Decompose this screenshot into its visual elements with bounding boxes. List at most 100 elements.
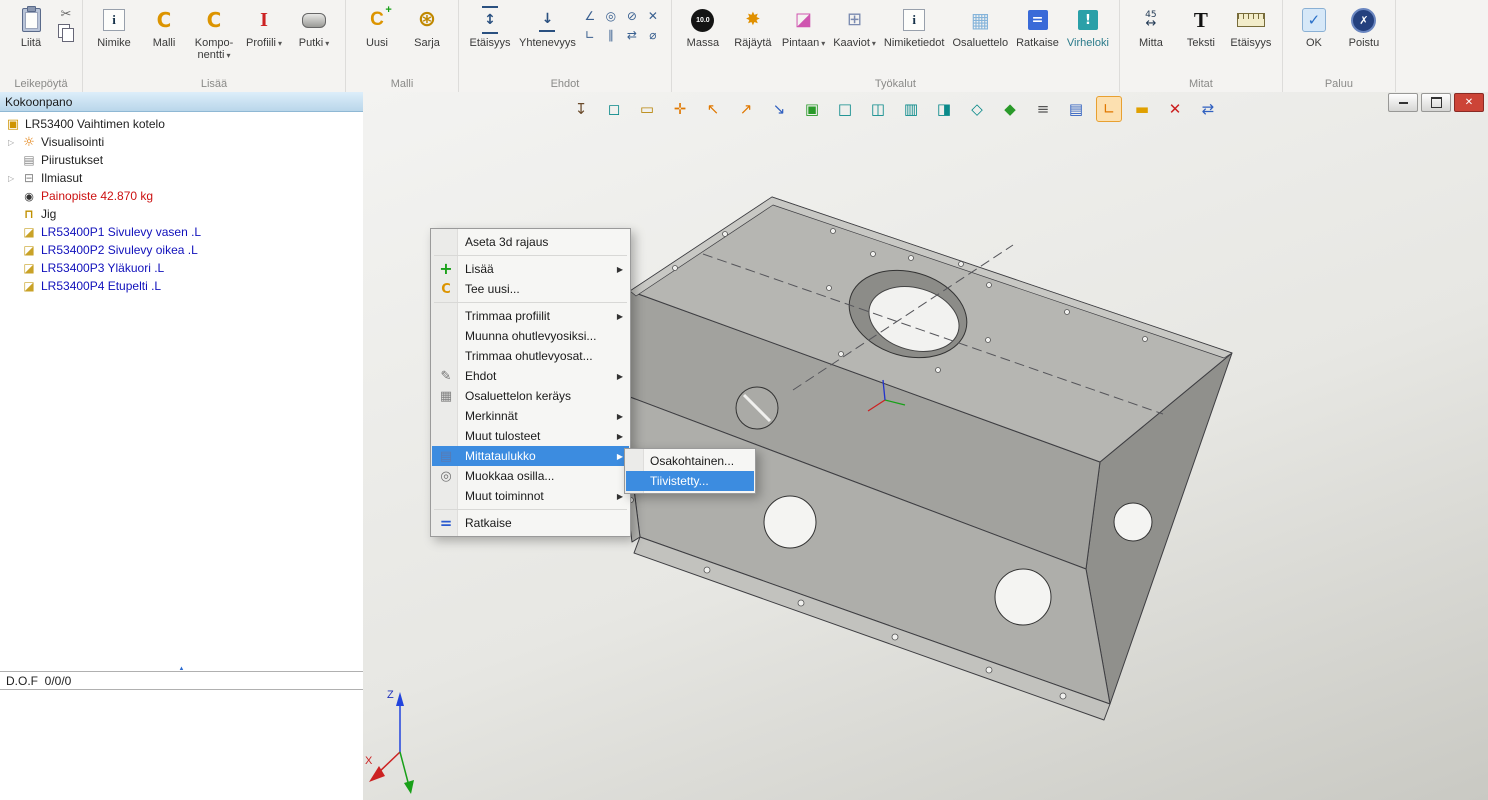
copy-view-icon[interactable]: ▤ [1063,96,1089,122]
fence-select-icon[interactable]: ◻ [601,96,627,122]
menu-item-trimmaa-ohutlevyosat[interactable]: Trimmaa ohutlevyosat... [432,346,629,366]
tree-item-lr53400p4-etupelti-l[interactable]: ◪LR53400P4 Etupelti .L [0,277,363,295]
concentric-constraint-button[interactable]: ◎ [602,8,620,24]
etaisyys-ehto-label: Etäisyys [470,37,511,49]
yhtenevyys-button[interactable]: ↓Yhtenevyys [516,3,579,51]
menu-item-label: Ratkaise [465,516,623,530]
poistu-button[interactable]: ✗Poistu [1340,3,1388,51]
menu-item-tee-uusi[interactable]: CTee uusi... [432,279,629,299]
menu-item-ehdot[interactable]: ✎Ehdot▶ [432,366,629,386]
menu-item-aseta-3d-rajaus[interactable]: Aseta 3d rajaus [432,232,629,252]
menu-item-tiivistetty[interactable]: Tiivistetty... [626,471,754,491]
profiili-button[interactable]: IProfiili▾ [240,3,288,52]
notes-list-icon[interactable]: ≡ [1030,96,1056,122]
delete-icon[interactable]: ✕ [1162,96,1188,122]
ratkaise-button[interactable]: =Ratkaise [1013,3,1062,51]
tree-item-lr53400p3-yl-kuori-l[interactable]: ◪LR53400P3 Yläkuori .L [0,259,363,277]
perpendicular-constraint-button[interactable]: ∟ [581,27,599,43]
expand-arrow-icon[interactable]: ▷ [8,138,21,147]
nimiketiedot-button[interactable]: iNimiketiedot [881,3,948,51]
select-window-icon[interactable]: □ [832,96,858,122]
cut-button[interactable]: ✂ [57,6,75,22]
menu-item-muut-tulosteet[interactable]: Muut tulosteet▶ [432,426,629,446]
virheloki-button[interactable]: !Virheloki [1064,3,1112,51]
menu-item-label: Merkinnät [465,409,613,423]
select-lines-icon[interactable]: ▥ [898,96,924,122]
menu-item-muunna-ohutlevyosiksi[interactable]: Muunna ohutlevyosiksi... [432,326,629,346]
print-icon[interactable]: ▬ [1129,96,1155,122]
ribbon: Liitä✂LeikepöytäiNimikeCMalliCKompo-nent… [0,0,1488,93]
menu-item-osaluettelon-ker-ys[interactable]: ▦ Osaluettelon keräys [432,386,629,406]
pintaan-button[interactable]: ◪Pintaan▾ [779,3,828,52]
tree-item-lr53400p1-sivulevy-vasen-l[interactable]: ◪LR53400P1 Sivulevy vasen .L [0,223,363,241]
expand-arrow-icon[interactable]: ▷ [8,174,21,183]
measure-icon[interactable]: ▭ [634,96,660,122]
part-icon: ◪ [23,226,34,238]
menu-item-label: Muut toiminnot [465,489,613,503]
menu-item-muut-toiminnot[interactable]: Muut toiminnot▶ [432,486,629,506]
select-half-icon[interactable]: ◫ [865,96,891,122]
tree-item-label: Piirustukset [41,153,103,167]
komponentti-button[interactable]: CKompo-nentti▾ [190,3,238,64]
pick-filter-icon[interactable]: ↘ [766,96,792,122]
rajayta-button[interactable]: ✸Räjäytä [729,3,777,51]
diameter-constraint-button[interactable]: ⌀ [644,27,662,43]
export-window-icon[interactable]: ⇄ [1195,96,1221,122]
ok-button[interactable]: ✓OK [1290,3,1338,51]
explode-icon: ✸ [745,11,760,29]
tree-item-lr53400p2-sivulevy-oikea-l[interactable]: ◪LR53400P2 Sivulevy oikea .L [0,241,363,259]
ribbon-group-ehdot: ↕Etäisyys↓Yhtenevyys∠◎⊘✕∟∥⇄⌀Ehdot [459,0,672,92]
menu-item-trimmaa-profiilit[interactable]: Trimmaa profiilit▶ [432,306,629,326]
mitta-button[interactable]: 45↔Mitta [1127,3,1175,51]
view-cube-icon[interactable]: ◇ [964,96,990,122]
menu-item-lis[interactable]: +Lisää▶ [432,259,629,279]
osaluettelo-button[interactable]: ▦Osaluettelo [949,3,1011,51]
tree-item-ilmiasut[interactable]: ▷⊟Ilmiasut [0,169,363,187]
snap-vertex-icon[interactable]: ↖ [700,96,726,122]
sarja-button[interactable]: ⊛Sarja [403,3,451,51]
restore-button[interactable] [1421,93,1451,112]
select-fill-icon[interactable]: ◨ [931,96,957,122]
surface-icon: ◪ [795,11,812,29]
tree-item-visualisointi[interactable]: ▷☼Visualisointi [0,133,363,151]
cross-constraint-button[interactable]: ✕ [644,8,662,24]
angle-constraint-button[interactable]: ∠ [581,8,599,24]
uusi-button[interactable]: C+Uusi [353,3,401,51]
c-gold-icon: C [157,10,172,30]
etaisyys-ehto-button[interactable]: ↕Etäisyys [466,3,514,51]
menu-item-osakohtainen[interactable]: Osakohtainen... [626,451,754,471]
teksti-button[interactable]: TTeksti [1177,3,1225,51]
solid-cube-icon[interactable]: ◆ [997,96,1023,122]
close-button[interactable]: ✕ [1454,93,1484,112]
menu-item-label: Aseta 3d rajaus [465,235,623,249]
kaaviot-button[interactable]: ⊞Kaaviot▾ [830,3,879,52]
tree-item-lr53400-vaihtimen-kotelo[interactable]: ▣LR53400 Vaihtimen kotelo [0,115,363,133]
menu-item-ratkaise[interactable]: =Ratkaise [432,513,629,533]
snap-edge-icon[interactable]: ↗ [733,96,759,122]
tangent-constraint-button[interactable]: ⊘ [623,8,641,24]
snap-point-icon[interactable]: ✛ [667,96,693,122]
tree-item-jig[interactable]: ⊓Jig [0,205,363,223]
pin-icon[interactable]: ↧ [568,96,594,122]
menu-item-muokkaa-osilla[interactable]: ◎Muokkaa osilla... [432,466,629,486]
nimike-button[interactable]: iNimike [90,3,138,51]
tree-item-painopiste-42-870-kg[interactable]: ◉Painopiste 42.870 kg [0,187,363,205]
select-face-icon[interactable]: ▣ [799,96,825,122]
splitter-arrow-icon[interactable]: ▲ [179,666,185,672]
massa-button[interactable]: 10.0Massa [679,3,727,51]
table-sm-icon: ▦ [436,390,456,403]
copy-button[interactable] [57,25,75,41]
menu-item-merkinn-t[interactable]: Merkinnät▶ [432,406,629,426]
menu-item-label: Osaluettelon keräys [465,389,623,403]
putki-button[interactable]: Putki▾ [290,3,338,52]
sheetmetal-flange-icon[interactable]: ∟ [1096,96,1122,122]
tree-item-piirustukset[interactable]: ▤Piirustukset [0,151,363,169]
yhtenevyys-label: Yhtenevyys [519,37,576,49]
etaisyys-mitta-button[interactable]: Etäisyys [1227,3,1275,51]
swap-constraint-button[interactable]: ⇄ [623,27,641,43]
liita-button[interactable]: Liitä [7,3,55,51]
parallel-constraint-button[interactable]: ∥ [602,27,620,43]
menu-item-mittataulukko[interactable]: ▤Mittataulukko▶ [432,446,629,466]
malli-button[interactable]: CMalli [140,3,188,51]
minimize-button[interactable] [1388,93,1418,112]
